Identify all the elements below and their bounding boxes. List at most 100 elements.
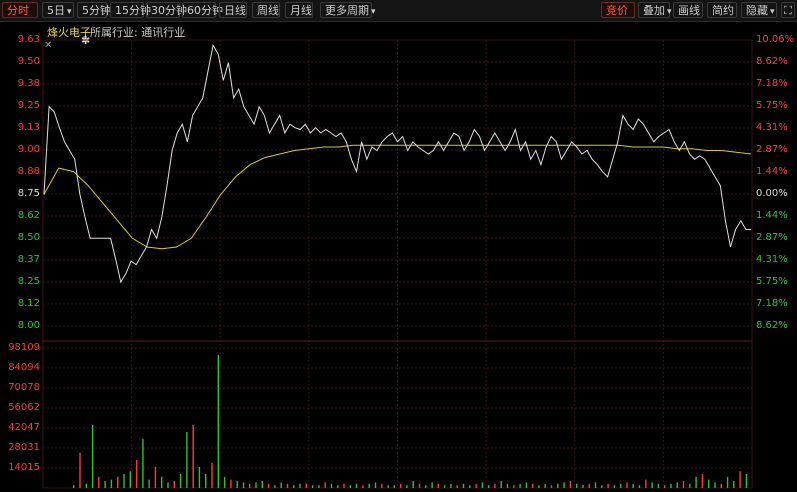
volume-bar xyxy=(129,471,131,488)
volume-bar xyxy=(601,485,603,488)
volume-bar xyxy=(525,482,528,488)
volume-bar xyxy=(299,483,301,488)
pct-tick-label: 2.87% xyxy=(756,144,788,155)
price-tick-label: 9.25 xyxy=(17,100,40,111)
volume-bar xyxy=(393,485,395,488)
volume-bar xyxy=(305,483,307,488)
volume-bar xyxy=(613,485,616,488)
volume-bar xyxy=(98,476,100,488)
volume-bar xyxy=(286,483,289,488)
volume-bar xyxy=(506,483,509,488)
volume-bar xyxy=(487,485,490,488)
volume-bar xyxy=(632,483,634,488)
volume-bar xyxy=(670,483,672,488)
price-tick-label: 9.38 xyxy=(17,78,40,89)
volume-bar xyxy=(311,485,314,488)
volume-bar xyxy=(406,485,408,488)
price-tick-label: 8.25 xyxy=(17,276,40,287)
pct-tick-label: 8.62% xyxy=(756,320,788,331)
volume-bar xyxy=(399,483,402,488)
price-tick-label: 9.63 xyxy=(17,34,40,45)
volume-bar xyxy=(494,483,496,488)
volume-bar xyxy=(318,485,320,488)
price-tick-label: 8.12 xyxy=(17,298,40,309)
volume-tick-label: 56062 xyxy=(8,402,40,413)
volume-bar xyxy=(362,485,364,488)
volume-bar xyxy=(544,483,546,488)
volume-bar xyxy=(708,479,710,488)
volume-bar xyxy=(714,482,716,488)
pct-tick-label: 5.75% xyxy=(756,276,788,287)
volume-tick-label: 28031 xyxy=(8,442,40,453)
volume-bar xyxy=(557,483,559,488)
volume-bar xyxy=(387,485,389,488)
volume-bar xyxy=(73,485,75,488)
volume-bar xyxy=(500,481,502,488)
volume-bar xyxy=(211,462,213,488)
volume-bar xyxy=(720,483,722,488)
volume-bar xyxy=(745,474,748,488)
volume-bar xyxy=(110,479,113,488)
volume-bar xyxy=(91,425,94,488)
volume-bar xyxy=(733,481,735,488)
volume-bar xyxy=(651,482,653,488)
volume-bar xyxy=(475,483,477,488)
price-tick-label: 9.00 xyxy=(17,144,40,155)
volume-bar xyxy=(645,479,647,488)
volume-bar xyxy=(142,439,144,488)
volume-bar xyxy=(242,482,245,488)
volume-bar xyxy=(412,481,414,488)
volume-bar xyxy=(154,467,157,488)
volume-bar xyxy=(739,471,741,488)
volume-bar xyxy=(582,485,584,488)
pct-tick-label: 8.62% xyxy=(756,56,788,67)
volume-bar xyxy=(569,481,572,488)
volume-bar xyxy=(280,482,282,488)
volume-bar xyxy=(550,485,553,488)
intraday-chart xyxy=(42,39,753,489)
pct-tick-label: 1.44% xyxy=(756,210,788,221)
volume-bar xyxy=(104,481,106,488)
volume-bar xyxy=(620,483,622,488)
volume-bar xyxy=(274,485,276,488)
volume-bar xyxy=(682,481,685,488)
volume-bar xyxy=(462,483,465,488)
volume-bar xyxy=(469,485,471,488)
volume-bar xyxy=(638,485,641,488)
volume-bar xyxy=(135,460,138,488)
volume-bar xyxy=(425,485,427,488)
price-tick-label: 8.37 xyxy=(17,254,40,265)
price-tick-label: 8.00 xyxy=(17,320,40,331)
volume-bar xyxy=(186,432,188,488)
volume-bar xyxy=(324,482,326,488)
volume-tick-label: 42047 xyxy=(8,422,40,433)
volume-bar xyxy=(267,483,270,488)
volume-tick-label: 70078 xyxy=(8,382,40,393)
volume-bar xyxy=(337,485,339,488)
volume-bar xyxy=(355,483,358,488)
volume-bar xyxy=(343,483,345,488)
volume-bar xyxy=(249,483,251,488)
volume-bar xyxy=(261,481,263,488)
volume-bar xyxy=(205,474,207,488)
volume-bar xyxy=(374,482,377,488)
volume-bar xyxy=(85,483,87,488)
volume-bar xyxy=(179,474,182,488)
price-tick-label: 9.13 xyxy=(17,122,40,133)
volume-bar xyxy=(192,425,194,488)
volume-bar xyxy=(481,482,484,488)
pct-tick-label: 4.31% xyxy=(756,254,788,265)
pct-tick-label: 2.87% xyxy=(756,232,788,243)
volume-bar xyxy=(657,483,660,488)
volume-bar xyxy=(223,476,226,488)
volume-bar xyxy=(198,467,201,488)
price-tick-label: 9.50 xyxy=(17,56,40,67)
volume-bar xyxy=(431,482,433,488)
volume-bar xyxy=(330,483,333,488)
volume-bar xyxy=(443,485,446,488)
volume-bar xyxy=(123,474,125,488)
volume-bar xyxy=(664,485,666,488)
volume-bar xyxy=(607,483,609,488)
volume-bar xyxy=(255,482,257,488)
volume-bar xyxy=(161,476,163,488)
